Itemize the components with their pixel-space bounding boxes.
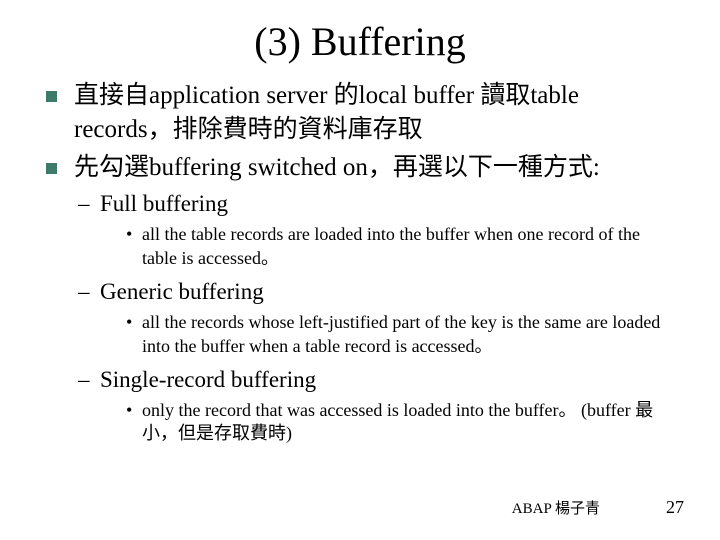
level3-list: • only the record that was accessed is l… — [100, 399, 676, 446]
detail-text: all the table records are loaded into th… — [142, 224, 640, 267]
detail-item: • all the records whose left-justified p… — [126, 311, 676, 358]
level3-list: • all the table records are loaded into … — [100, 223, 676, 270]
level3-list: • all the records whose left-justified p… — [100, 311, 676, 358]
dash-icon: – — [78, 276, 90, 307]
detail-text: all the records whose left-justified par… — [142, 312, 660, 355]
square-bullet-icon — [46, 163, 57, 174]
page-number: 27 — [666, 497, 684, 518]
sub-item: – Full buffering • all the table records… — [74, 188, 676, 270]
dot-icon: • — [126, 223, 132, 246]
dot-icon: • — [126, 399, 132, 422]
square-bullet-icon — [46, 91, 57, 102]
dot-icon: • — [126, 311, 132, 334]
detail-text: only the record that was accessed is loa… — [142, 400, 653, 443]
level1-list: 直接自application server 的local buffer 讀取ta… — [44, 79, 676, 446]
slide: (3) Buffering 直接自application server 的loc… — [0, 0, 720, 540]
bullet-text: 直接自application server 的local buffer 讀取ta… — [74, 82, 579, 143]
footer-author: ABAP 楊子青 — [512, 497, 600, 518]
sub-label: Full buffering — [100, 191, 228, 216]
dash-icon: – — [78, 364, 90, 395]
bullet-item: 直接自application server 的local buffer 讀取ta… — [44, 79, 676, 147]
sub-label: Generic buffering — [100, 279, 264, 304]
slide-title: (3) Buffering — [44, 18, 676, 65]
sub-label: Single-record buffering — [100, 367, 316, 392]
detail-item: • all the table records are loaded into … — [126, 223, 676, 270]
sub-item: – Generic buffering • all the records wh… — [74, 276, 676, 358]
sub-item: – Single-record buffering • only the rec… — [74, 364, 676, 446]
level2-list: – Full buffering • all the table records… — [74, 188, 676, 445]
bullet-text: 先勾選buffering switched on，再選以下一種方式: — [74, 154, 600, 181]
dash-icon: – — [78, 188, 90, 219]
detail-item: • only the record that was accessed is l… — [126, 399, 676, 446]
bullet-item: 先勾選buffering switched on，再選以下一種方式: – Ful… — [44, 151, 676, 446]
